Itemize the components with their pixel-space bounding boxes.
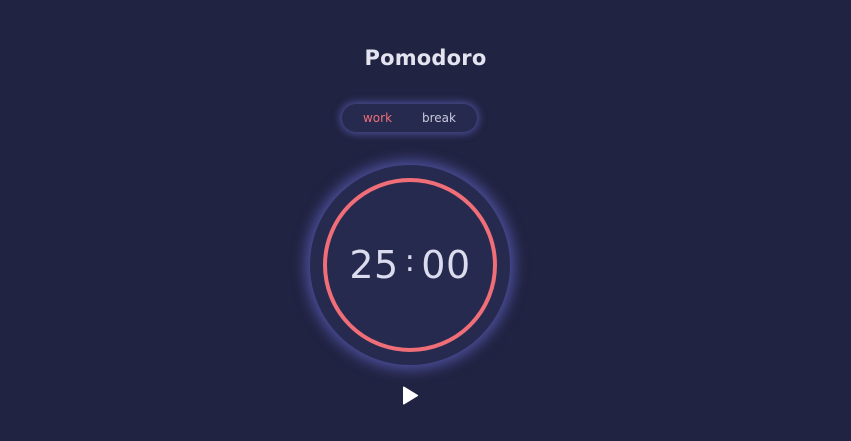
pomodoro-app: Pomodoro work break 25 : 00	[0, 0, 851, 441]
play-icon	[403, 386, 419, 405]
timer-dial: 25 : 00	[310, 165, 510, 365]
page-title: Pomodoro	[364, 46, 487, 70]
mode-work-tab[interactable]: work	[355, 108, 400, 128]
mode-break-tab[interactable]: break	[414, 108, 464, 128]
mode-toggle: work break	[342, 104, 477, 132]
time-separator: :	[404, 243, 416, 279]
play-button[interactable]	[396, 382, 424, 410]
minutes-value: 25	[349, 243, 399, 287]
seconds-value: 00	[421, 243, 471, 287]
time-display: 25 : 00	[310, 165, 510, 365]
